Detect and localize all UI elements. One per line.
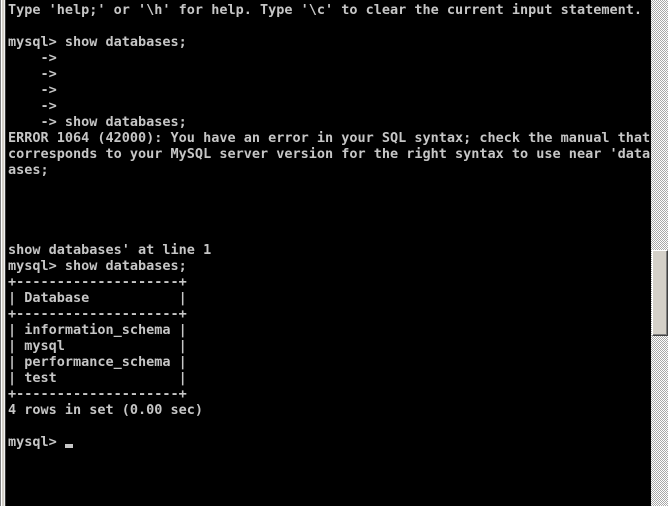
terminal-screen[interactable]: Type 'help;' or '\h' for help. Type '\c'… — [6, 0, 650, 506]
terminal-line: +--------------------+ — [8, 306, 187, 322]
vertical-scrollbar[interactable] — [650, 0, 668, 506]
terminal-line: | mysql | — [8, 338, 187, 354]
console-window: Type 'help;' or '\h' for help. Type '\c'… — [0, 0, 668, 506]
terminal-line: show databases' at line 1 — [8, 242, 212, 258]
prompt-label: mysql> — [8, 434, 65, 450]
terminal-line: -> — [8, 82, 57, 98]
terminal-line: +--------------------+ — [8, 386, 187, 402]
terminal-line: | test | — [8, 370, 187, 386]
terminal-line: -> — [8, 66, 57, 82]
terminal-line: Type 'help;' or '\h' for help. Type '\c'… — [8, 2, 642, 18]
terminal-line: | performance_schema | — [8, 354, 187, 370]
terminal-line: 4 rows in set (0.00 sec) — [8, 402, 204, 418]
terminal-line: -> show databases; — [8, 114, 187, 130]
command-prompt-line[interactable]: mysql> — [8, 434, 650, 450]
terminal-line: +--------------------+ — [8, 274, 187, 290]
terminal-line: | Database | — [8, 290, 187, 306]
terminal-line: | information_schema | — [8, 322, 187, 338]
terminal-line: ERROR 1064 (42000): You have an error in… — [8, 130, 650, 146]
terminal-line: mysql> show databases; — [8, 34, 187, 50]
text-cursor — [64, 444, 73, 448]
terminal-line: mysql> show databases; — [8, 258, 187, 274]
terminal-line: ases; — [8, 162, 49, 178]
terminal-line: -> — [8, 98, 57, 114]
terminal-line: corresponds to your MySQL server version… — [8, 146, 650, 162]
terminal-line: -> — [8, 50, 57, 66]
terminal-output: Type 'help;' or '\h' for help. Type '\c'… — [8, 2, 650, 450]
scrollbar-thumb[interactable] — [652, 250, 668, 336]
